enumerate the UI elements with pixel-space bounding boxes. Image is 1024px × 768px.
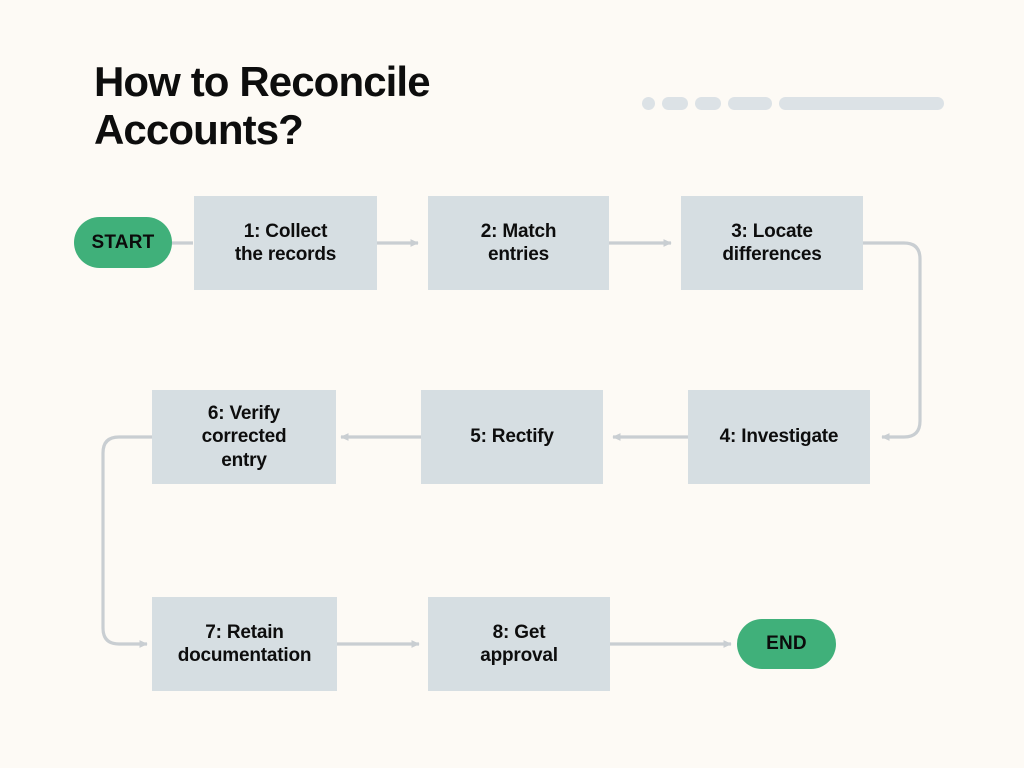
flowchart-canvas: How to Reconcile Accounts? START 1: Coll… <box>0 0 1024 768</box>
connector-3-to-4 <box>863 241 922 441</box>
node-start[interactable]: START <box>74 217 172 268</box>
progress-pills <box>642 97 944 110</box>
progress-pill-3 <box>695 97 721 110</box>
node-step-5[interactable]: 5: Rectify <box>421 390 603 484</box>
node-step-4[interactable]: 4: Investigate <box>688 390 870 484</box>
progress-pill-5 <box>779 97 944 110</box>
node-step-7[interactable]: 7: Retain documentation <box>152 597 337 691</box>
node-step-2[interactable]: 2: Match entries <box>428 196 609 290</box>
node-step-3[interactable]: 3: Locate differences <box>681 196 863 290</box>
progress-pill-1 <box>642 97 655 110</box>
progress-pill-2 <box>662 97 688 110</box>
node-step-8[interactable]: 8: Get approval <box>428 597 610 691</box>
node-end[interactable]: END <box>737 619 836 669</box>
node-step-6[interactable]: 6: Verify corrected entry <box>152 390 336 484</box>
page-title: How to Reconcile Accounts? <box>94 58 431 153</box>
progress-pill-4 <box>728 97 772 110</box>
node-step-1[interactable]: 1: Collect the records <box>194 196 377 290</box>
connector-6-to-7 <box>101 435 152 648</box>
